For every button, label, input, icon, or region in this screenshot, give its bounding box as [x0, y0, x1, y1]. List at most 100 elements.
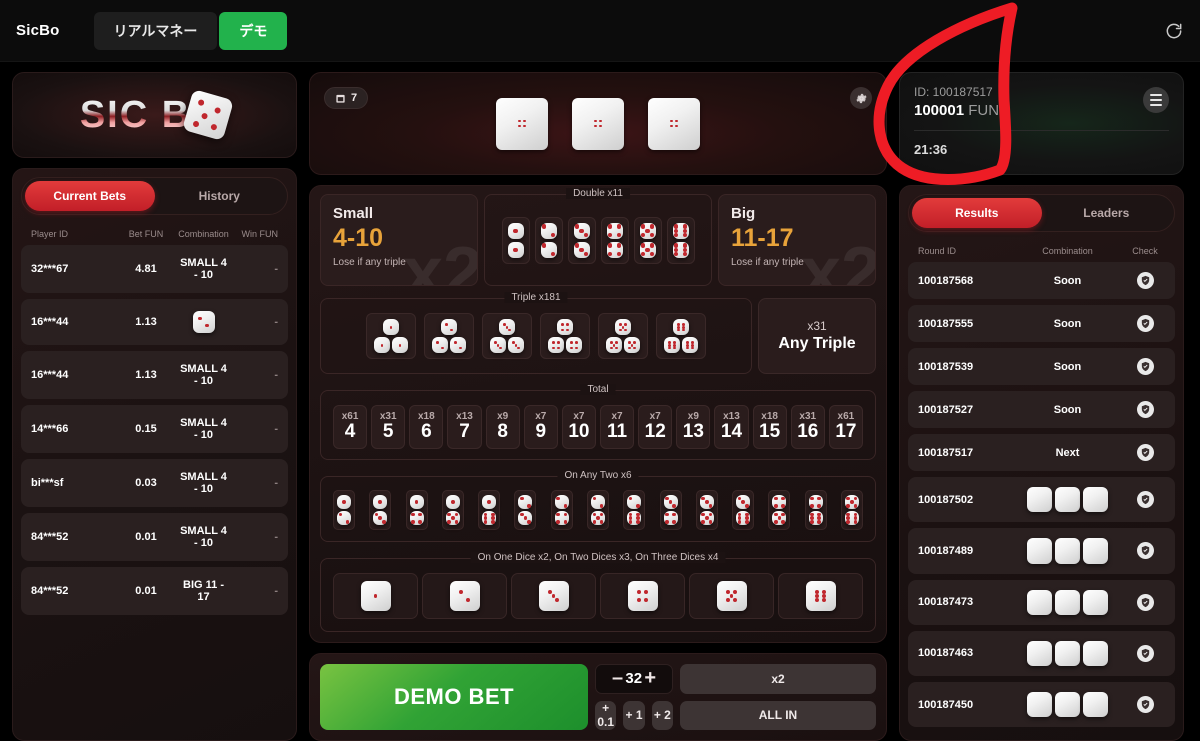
dice-face-4 — [548, 337, 564, 354]
bet-total-5[interactable]: x31 5 — [371, 405, 406, 450]
bet-amount-stepper[interactable]: – 32 + — [595, 664, 673, 694]
dice-face-2 — [1083, 538, 1109, 564]
bet-any-two-1-4[interactable] — [405, 490, 428, 531]
shield-check-icon[interactable] — [1136, 491, 1154, 509]
bet-any-two-1-3[interactable] — [369, 490, 392, 531]
bet-any-two-3-5[interactable] — [695, 490, 718, 531]
shield-check-icon[interactable] — [1136, 315, 1154, 332]
bet-total-14[interactable]: x13 14 — [714, 405, 749, 450]
bet-total-15[interactable]: x18 15 — [752, 405, 787, 450]
bet-double-3[interactable] — [567, 216, 596, 264]
bet-total-10[interactable]: x7 10 — [561, 405, 596, 450]
refresh-icon[interactable] — [1164, 21, 1184, 41]
bet-total-16[interactable]: x31 16 — [790, 405, 825, 450]
bet-on-dice-3[interactable] — [511, 573, 596, 620]
tab-leaders[interactable]: Leaders — [1042, 198, 1172, 228]
double-bet-button[interactable]: x2 — [680, 664, 876, 694]
tab-history[interactable]: History — [155, 181, 285, 211]
dice-face-1 — [392, 337, 408, 354]
bet-double-1[interactable] — [501, 216, 530, 264]
shield-check-icon[interactable] — [1136, 644, 1154, 662]
bet-small[interactable]: Small 4-10 Lose if any triple x2 — [320, 194, 478, 287]
bet-any-two-1-2[interactable] — [333, 490, 355, 531]
bets-tabs: Current Bets History — [21, 177, 288, 215]
bets-table-body: 32***67 4.81 SMALL 4 - 10-16***44 1.13-16**… — [21, 245, 288, 615]
bet-any-two-2-4[interactable] — [550, 490, 573, 531]
all-in-button[interactable]: ALL IN — [680, 700, 876, 730]
bet-total-9[interactable]: x7 9 — [523, 405, 558, 450]
bet-triple-4[interactable] — [540, 313, 590, 360]
tab-current-bets[interactable]: Current Bets — [25, 181, 155, 211]
bet-big[interactable]: Big 11-17 Lose if any triple x2 — [718, 194, 876, 287]
bet-any-two-2-6[interactable] — [623, 490, 646, 531]
shield-check-icon[interactable] — [1136, 401, 1154, 418]
bet-double-2[interactable] — [534, 216, 563, 264]
dice-face-5 — [1054, 589, 1081, 615]
result-combination — [1010, 640, 1125, 667]
bet-controls: – 32 + x2 DEMO BET + 0.1 + 1 + 2 ALL IN — [309, 653, 887, 741]
add-1-button[interactable]: + 1 — [623, 700, 645, 730]
bet-any-two-1-5[interactable] — [441, 490, 464, 531]
result-check — [1125, 696, 1165, 714]
hamburger-icon[interactable] — [1143, 87, 1169, 113]
bet-on-dice-2[interactable] — [422, 573, 507, 620]
bet-triple-2[interactable] — [424, 313, 474, 360]
dice-face-6 — [1083, 692, 1109, 718]
bet-on-dice-1[interactable] — [333, 573, 418, 620]
bet-on-dice-4[interactable] — [600, 573, 685, 620]
dice-face-5 — [639, 241, 656, 258]
dice-face-1 — [409, 495, 424, 510]
dice-face-3 — [736, 495, 751, 510]
bet-any-two-2-5[interactable] — [586, 490, 609, 531]
shield-check-icon[interactable] — [1136, 358, 1154, 375]
add-0.1-button[interactable]: + 0.1 — [595, 700, 617, 730]
decrease-bet-button[interactable]: – — [612, 667, 623, 690]
bet-row: bi***sf 0.03 SMALL 4 - 10 - — [21, 459, 288, 507]
bet-total-12[interactable]: x7 12 — [638, 405, 673, 450]
shield-check-icon[interactable] — [1136, 444, 1154, 461]
demo-mode-button[interactable]: デモ — [219, 11, 288, 50]
bet-on-dice-5[interactable] — [689, 573, 774, 620]
bet-any-two-2-3[interactable] — [514, 490, 537, 531]
bet-total-8[interactable]: x9 8 — [485, 405, 520, 450]
bet-any-two-3-4[interactable] — [659, 490, 682, 531]
bet-triple-1[interactable] — [366, 313, 416, 360]
bet-amount-value[interactable]: 32 — [625, 670, 642, 687]
increase-bet-button[interactable]: + — [644, 667, 656, 690]
dice-face-2 — [432, 337, 448, 354]
dice-face-2 — [590, 495, 605, 510]
shield-check-icon[interactable] — [1136, 593, 1154, 611]
results-panel: Results Leaders Round ID Combination Che… — [899, 185, 1184, 741]
bet-triple-3[interactable] — [482, 313, 532, 360]
add-2-button[interactable]: + 2 — [651, 700, 673, 730]
results-tabs: Results Leaders — [908, 194, 1175, 232]
settings-button[interactable] — [850, 87, 872, 109]
bet-any-two-3-6[interactable] — [732, 490, 755, 531]
bet-on-dice-6[interactable] — [778, 573, 863, 620]
dice-face-5 — [1083, 487, 1109, 513]
real-money-button[interactable]: リアルマネー — [93, 11, 218, 50]
bet-any-two-1-6[interactable] — [478, 490, 501, 531]
bet-triple-5[interactable] — [598, 313, 648, 360]
bet-any-triple[interactable]: x31 Any Triple — [758, 298, 876, 375]
shield-check-icon[interactable] — [1136, 542, 1154, 560]
shield-check-icon[interactable] — [1136, 696, 1154, 714]
bet-double-6[interactable] — [666, 216, 695, 264]
bet-total-11[interactable]: x7 11 — [599, 405, 635, 450]
bet-double-5[interactable] — [633, 216, 662, 264]
bet-total-13[interactable]: x9 13 — [676, 405, 711, 450]
bet-total-4[interactable]: x61 4 — [333, 405, 368, 450]
demo-bet-button[interactable]: DEMO BET — [320, 664, 588, 730]
tab-results[interactable]: Results — [912, 198, 1042, 228]
any-two-label: On Any Two x6 — [557, 470, 639, 482]
bet-triple-6[interactable] — [656, 313, 706, 360]
dice-face-5 — [615, 319, 631, 336]
bet-total-7[interactable]: x13 7 — [447, 405, 482, 450]
bet-any-two-5-6[interactable] — [840, 490, 863, 531]
bet-any-two-4-6[interactable] — [804, 490, 827, 531]
shield-check-icon[interactable] — [1136, 272, 1154, 289]
bet-total-17[interactable]: x61 17 — [828, 405, 863, 450]
bet-any-two-4-5[interactable] — [768, 490, 791, 531]
bet-total-6[interactable]: x18 6 — [409, 405, 444, 450]
bet-double-4[interactable] — [600, 216, 629, 264]
